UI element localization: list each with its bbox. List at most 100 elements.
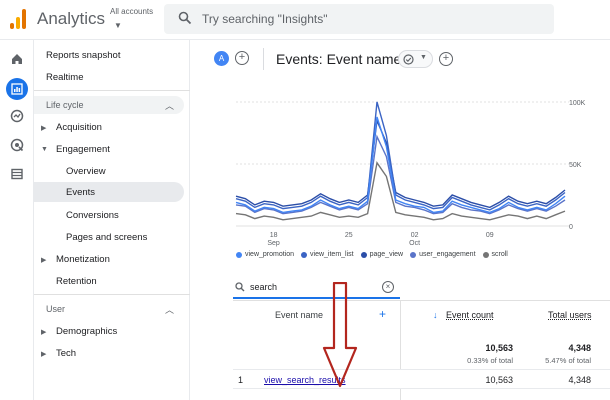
app-title: Analytics — [37, 9, 106, 28]
row-index: 1 — [238, 375, 244, 385]
total-users-pct: 5.47% of total — [545, 356, 591, 365]
chart-svg: 100K 50K 0 18Sep 25 02Oct 09 — [235, 100, 586, 247]
table-divider — [233, 300, 610, 301]
reports-nav: Reports snapshot Realtime Life cycle ︿ ▶… — [34, 40, 190, 400]
col-header-total-users[interactable]: Total users — [548, 310, 592, 320]
add-comparison-icon[interactable]: + — [235, 51, 249, 65]
legend-item[interactable]: user_engagement — [410, 251, 476, 258]
x-tick-month-label: Oct — [409, 240, 420, 247]
legend-item[interactable]: page_view — [360, 251, 404, 258]
configure-icon[interactable] — [8, 165, 26, 183]
legend-dot-icon — [410, 251, 417, 258]
global-search[interactable]: Try searching "Insights" — [164, 4, 554, 34]
nav-realtime[interactable]: Realtime — [46, 72, 84, 83]
legend-dot-icon — [236, 251, 242, 258]
x-tick-label: 02 — [411, 232, 419, 239]
nav-demographics[interactable]: Demographics — [56, 326, 117, 337]
caret-right-icon[interactable]: ▶ — [41, 328, 46, 336]
legend-item[interactable]: scroll — [482, 251, 508, 258]
nav-engagement[interactable]: Engagement — [56, 144, 110, 155]
main-content: A + Events: Event name ▼ + 100K 50K 0 18 Sep… — [190, 40, 610, 400]
caret-right-icon[interactable]: ▶ — [41, 350, 46, 358]
add-dimension-icon[interactable]: + — [379, 307, 386, 321]
account-dropdown-icon[interactable]: ▼ — [114, 21, 122, 30]
nav-events[interactable]: Events — [66, 187, 95, 198]
events-table: search × Event name + ↓ Event count Tota… — [233, 277, 610, 400]
report-status-pill[interactable]: ▼ — [398, 50, 433, 68]
series-line-scroll[interactable] — [235, 161, 566, 221]
caret-down-icon[interactable]: ▼ — [41, 146, 48, 153]
header-divider — [263, 48, 264, 70]
x-tick-label: 18 — [270, 232, 278, 239]
nav-tech[interactable]: Tech — [56, 348, 76, 359]
advertising-icon[interactable] — [8, 136, 26, 154]
nav-section-user-label: User — [46, 304, 66, 314]
y-tick-label: 50K — [569, 162, 582, 169]
explore-icon[interactable] — [8, 107, 26, 125]
x-tick-label: 25 — [345, 232, 353, 239]
left-rail — [0, 40, 34, 400]
nav-acquisition[interactable]: Acquisition — [56, 122, 102, 133]
y-tick-label: 100K — [569, 100, 586, 107]
sort-arrow-down-icon[interactable]: ↓ — [433, 310, 438, 320]
legend-dot-icon — [301, 251, 308, 258]
search-placeholder: Try searching "Insights" — [202, 12, 328, 26]
search-icon — [235, 282, 245, 292]
series-line-view-item-list[interactable] — [235, 101, 566, 211]
table-search-field[interactable]: search × — [233, 277, 400, 299]
chart-legend: view_promotion view_item_list page_view use… — [236, 251, 508, 258]
legend-label: view_promotion — [245, 251, 295, 258]
nav-monetization[interactable]: Monetization — [56, 254, 110, 265]
legend-label: page_view — [369, 251, 404, 258]
legend-label: user_engagement — [419, 251, 476, 258]
table-search-input[interactable]: search — [250, 282, 277, 292]
x-tick-month-label: Sep — [267, 240, 280, 247]
row-event-count: 10,563 — [485, 375, 513, 385]
comparison-avatar[interactable]: A — [214, 51, 229, 66]
col-header-event-count[interactable]: Event count — [446, 310, 494, 320]
page-title: Events: Event name — [276, 51, 402, 67]
col-header-event-name[interactable]: Event name — [275, 310, 323, 320]
chevron-up-icon: ︿ — [164, 101, 174, 111]
clear-search-icon[interactable]: × — [382, 281, 394, 293]
check-circle-icon — [403, 54, 414, 65]
legend-dot-icon — [360, 251, 367, 258]
add-report-filter-icon[interactable]: + — [439, 52, 453, 66]
nav-pages-and-screens[interactable]: Pages and screens — [66, 232, 147, 243]
nav-section-lifecycle[interactable]: Life cycle ︿ — [34, 96, 184, 114]
chevron-up-icon: ︿ — [164, 305, 174, 315]
legend-dot-icon — [482, 251, 489, 258]
nav-retention[interactable]: Retention — [56, 276, 97, 287]
table-row[interactable]: 1 view_search_results 10,563 4,348 — [233, 369, 610, 389]
nav-overview[interactable]: Overview — [66, 166, 106, 177]
nav-divider — [34, 90, 190, 91]
chevron-down-icon: ▼ — [420, 54, 427, 61]
row-total-users: 4,348 — [568, 375, 591, 385]
account-selector-label[interactable]: All accounts — [110, 7, 153, 16]
analytics-logo[interactable] — [10, 9, 26, 29]
nav-section-user[interactable]: User ︿ — [34, 300, 184, 318]
y-tick-label: 0 — [569, 224, 573, 231]
total-event-count: 10,563 — [485, 343, 513, 353]
legend-label: scroll — [491, 251, 508, 258]
nav-active-highlight — [34, 182, 184, 202]
top-bar: Analytics All accounts ▼ Try searching "… — [0, 0, 610, 40]
total-users-value: 4,348 — [568, 343, 591, 353]
reports-icon[interactable] — [8, 80, 26, 98]
search-icon — [178, 11, 192, 25]
nav-divider — [34, 294, 190, 295]
events-line-chart: 100K 50K 0 18 Sep 25 02 Oct 09 — [190, 96, 610, 266]
x-tick-label: 09 — [486, 232, 494, 239]
legend-label: view_item_list — [310, 251, 354, 258]
legend-item[interactable]: view_promotion — [236, 251, 294, 258]
caret-right-icon[interactable]: ▶ — [41, 256, 46, 264]
nav-reports-snapshot[interactable]: Reports snapshot — [46, 50, 120, 61]
annotation-arrow — [322, 282, 358, 388]
total-event-count-pct: 0.33% of total — [467, 356, 513, 365]
caret-right-icon[interactable]: ▶ — [41, 124, 46, 132]
nav-section-lifecycle-label: Life cycle — [46, 100, 84, 110]
page-header: A + Events: Event name ▼ + — [190, 40, 610, 78]
nav-conversions[interactable]: Conversions — [66, 210, 119, 221]
home-icon[interactable] — [8, 50, 26, 68]
legend-item[interactable]: view_item_list — [301, 251, 354, 258]
